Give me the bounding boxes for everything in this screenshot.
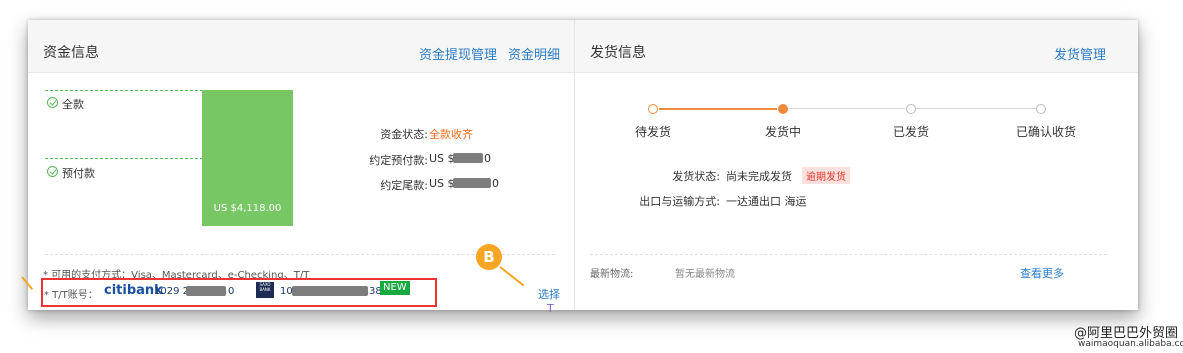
ship-section-divider bbox=[590, 254, 1107, 255]
fund-status-label: 资金状态: bbox=[380, 128, 428, 141]
step-2-label: 发货中 bbox=[764, 125, 801, 139]
ship-manage-link[interactable]: 发货管理 bbox=[1054, 44, 1106, 63]
overdue-tag: 逾期发货 bbox=[802, 167, 850, 184]
prepay-amount-redacted bbox=[453, 153, 483, 163]
fund-withdraw-link[interactable]: 资金提现管理 bbox=[419, 44, 497, 63]
logistics-value: 暂无最新物流 bbox=[675, 269, 735, 280]
logistics-label: 最新物流: bbox=[590, 269, 634, 280]
citibank-account-suffix: 0 bbox=[228, 286, 235, 297]
fund-status-value: 全款收齐 bbox=[429, 128, 473, 141]
step-1-label: 待发货 bbox=[634, 125, 671, 139]
fund-panel-title: 资金信息 bbox=[43, 45, 99, 61]
tt-account-label: * T/T账号： bbox=[44, 290, 98, 301]
shipping-method-value: 一达通出口 海运 bbox=[726, 195, 807, 208]
select-account-link[interactable]: 选择 bbox=[538, 286, 560, 302]
new-badge: NEW bbox=[380, 281, 410, 295]
paid-amount-bar-label: US $4,118.00 bbox=[213, 203, 282, 214]
ship-panel-title: 发货信息 bbox=[590, 45, 646, 61]
step-line-3 bbox=[916, 108, 1036, 109]
prepay-amount-label: 约定预付款: bbox=[369, 154, 428, 167]
annotation-marker-b: B bbox=[476, 244, 502, 270]
full-payment-check-icon bbox=[47, 97, 58, 108]
prepay-chart-label: 预付款 bbox=[62, 167, 95, 180]
shipping-method-label: 出口与运输方式: bbox=[639, 195, 720, 208]
step-4-dot bbox=[1036, 104, 1046, 114]
fund-progress-chart: 全款 预付款 US $4,118.00 bbox=[45, 88, 295, 228]
tail-amount-prefix: US $ bbox=[429, 177, 455, 190]
step-3-label: 已发货 bbox=[892, 125, 929, 139]
step-2-dot bbox=[778, 104, 788, 114]
citibank-account-prefix: 1029 2 bbox=[154, 286, 189, 297]
order-detail-frame: 资金信息 资金提现管理 资金明细 全款 预付款 US $4,118.00 资金状… bbox=[28, 20, 1138, 310]
fund-detail-link[interactable]: 资金明细 bbox=[508, 44, 560, 63]
annotation-pointer-line bbox=[499, 266, 525, 287]
step-line-1 bbox=[659, 108, 777, 110]
citibank-account-redacted bbox=[186, 286, 226, 296]
watermark-url: waimaoquan.alibaba.com bbox=[1078, 339, 1183, 349]
full-payment-label: 全款 bbox=[62, 98, 84, 111]
saxo-bank-logo: SAXO BANK bbox=[256, 282, 274, 298]
step-line-2 bbox=[788, 108, 906, 109]
ship-status-label: 发货状态: bbox=[672, 170, 720, 183]
prepay-check-icon bbox=[47, 166, 58, 177]
tail-amount-redacted bbox=[453, 178, 491, 188]
step-4-label: 已确认收货 bbox=[1015, 125, 1076, 139]
annotation-fragment-t: T bbox=[547, 302, 554, 315]
step-1-dot bbox=[648, 104, 658, 114]
saxo-account-prefix: 10 bbox=[280, 286, 293, 297]
step-3-dot bbox=[906, 104, 916, 114]
saxo-account-redacted bbox=[292, 286, 368, 296]
view-more-logistics-link[interactable]: 查看更多 bbox=[1020, 265, 1064, 281]
ship-status-value: 尚未完成发货 bbox=[726, 170, 792, 183]
tail-amount-label: 约定尾款: bbox=[380, 179, 428, 192]
tail-amount-suffix: 0 bbox=[492, 177, 499, 190]
prepay-amount-suffix: 0 bbox=[484, 152, 491, 165]
prepay-amount-prefix: US $ bbox=[429, 152, 455, 165]
